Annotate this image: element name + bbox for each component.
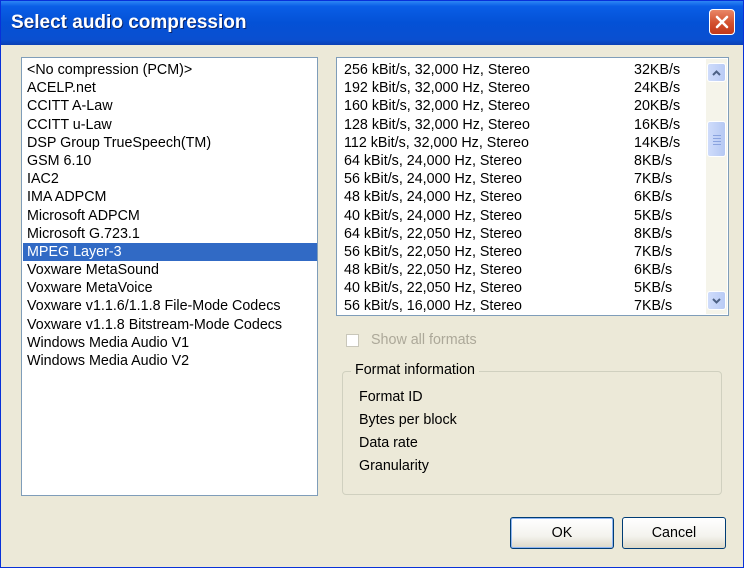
format-id-label: Format ID [359,389,423,405]
format-listbox[interactable]: 256 kBit/s, 32,000 Hz, Stereo 32KB/s 192 k… [336,57,729,316]
format-data-rate: 32KB/s [634,62,681,78]
format-description: 192 kBit/s, 32,000 Hz, Stereo [344,80,530,97]
format-list-item[interactable]: 48 kBit/s, 24,000 Hz, Stereo 6KB/s [338,188,703,206]
show-all-formats-box[interactable] [346,333,359,347]
close-icon [715,15,729,29]
chevron-up-icon [712,69,721,76]
codec-list-item[interactable]: CCITT u-Law [23,116,317,134]
codec-list-item[interactable]: MPEG Layer-3 [23,242,317,262]
codec-list-item[interactable]: IAC2 [23,170,317,188]
show-all-formats-label: Show all formats [371,332,477,348]
format-description: 48 kBit/s, 24,000 Hz, Stereo [344,189,523,206]
format-data-rate: 8KB/s [634,152,673,169]
codec-list-item[interactable]: Windows Media Audio V1 [23,334,317,352]
chevron-down-icon [712,297,721,304]
codec-list-item[interactable]: GSM 6.10 [23,152,317,170]
format-description: 256 kBit/s, 32,000 Hz, Stereo [344,62,530,78]
format-description: 160 kBit/s, 32,000 Hz, Stereo [344,98,530,115]
format-list-item[interactable]: 40 kBit/s, 24,000 Hz, Stereo 5KB/s [338,207,703,225]
format-list-item[interactable]: 56 kBit/s, 24,000 Hz, Stereo 7KB/s [338,170,703,188]
format-list-item[interactable]: 56 kBit/s, 16,000 Hz, Stereo 7KB/s [338,297,703,315]
format-description: 64 kBit/s, 22,050 Hz, Stereo [344,225,523,242]
format-data-rate: 8KB/s [634,225,673,242]
codec-list-item[interactable]: Voxware v1.1.6/1.1.8 File-Mode Codecs [23,297,317,315]
ok-button[interactable]: OK [510,517,614,549]
format-description: 56 kBit/s, 22,050 Hz, Stereo [344,243,523,260]
codec-list-item[interactable]: Windows Media Audio V2 [23,352,317,370]
codec-list-item[interactable]: ACELP.net [23,79,317,97]
codec-listbox[interactable]: <No compression (PCM)> ACELP.net CCITT A-L… [21,57,318,496]
format-data-rate: 16KB/s [634,116,681,133]
format-list-item[interactable]: 128 kBit/s, 32,000 Hz, Stereo 16KB/s [338,116,703,134]
format-data-rate: 20KB/s [634,98,681,115]
format-information-title: Format information [351,362,479,378]
format-data-rate: 7KB/s [634,171,673,188]
format-description: 56 kBit/s, 24,000 Hz, Stereo [344,171,523,188]
codec-list-item[interactable]: CCITT A-Law [23,97,317,115]
codec-list-item[interactable]: Microsoft ADPCM [23,207,317,225]
data-rate-label: Data rate [359,435,418,451]
format-information-group: Format information Format ID Bytes per b… [342,362,722,495]
codec-list-item[interactable]: IMA ADPCM [23,188,317,206]
codec-list-item[interactable]: Voxware MetaVoice [23,279,317,297]
audio-compression-dialog: Select audio compression <No compression… [0,0,744,568]
title-bar[interactable]: Select audio compression [1,1,743,45]
format-list-item[interactable]: 64 kBit/s, 24,000 Hz, Stereo 8KB/s [338,152,703,170]
format-description: 112 kBit/s, 32,000 Hz, Stereo [344,134,529,151]
codec-list-item[interactable]: <No compression (PCM)> [23,61,317,79]
format-list-item[interactable]: 56 kBit/s, 22,050 Hz, Stereo 7KB/s [338,243,703,261]
format-data-rate: 24KB/s [634,80,681,97]
scroll-up-button[interactable] [707,63,726,82]
format-data-rate: 14KB/s [634,134,681,151]
format-description: 48 kBit/s, 22,050 Hz, Stereo [344,262,523,279]
format-data-rate: 6KB/s [634,262,673,279]
codec-list-item[interactable]: Voxware v1.1.8 Bitstream-Mode Codecs [23,316,317,334]
codec-list-item[interactable]: Microsoft G.723.1 [23,225,317,243]
format-list-item[interactable]: 112 kBit/s, 32,000 Hz, Stereo 14KB/s [338,134,703,152]
granularity-label: Granularity [359,458,429,474]
format-description: 128 kBit/s, 32,000 Hz, Stereo [344,116,530,133]
format-list-item[interactable]: 40 kBit/s, 22,050 Hz, Stereo 5KB/s [338,279,703,297]
window-title: Select audio compression [11,12,247,33]
scroll-thumb[interactable] [707,121,726,157]
format-data-rate: 6KB/s [634,189,673,206]
format-list-scrollbar[interactable] [706,59,727,314]
format-data-rate: 5KB/s [634,207,673,224]
bytes-per-block-label: Bytes per block [359,412,457,428]
format-list-item[interactable]: 160 kBit/s, 32,000 Hz, Stereo 20KB/s [338,97,703,115]
cancel-button[interactable]: Cancel [622,517,726,549]
format-list-item[interactable]: 64 kBit/s, 22,050 Hz, Stereo 8KB/s [338,225,703,243]
codec-list-item[interactable]: DSP Group TrueSpeech(TM) [23,134,317,152]
show-all-formats-checkbox[interactable]: Show all formats [346,330,477,350]
format-description: 40 kBit/s, 22,050 Hz, Stereo [344,280,523,297]
format-description: 40 kBit/s, 24,000 Hz, Stereo [344,207,523,224]
format-data-rate: 5KB/s [634,280,673,297]
format-list-item[interactable]: 256 kBit/s, 32,000 Hz, Stereo 32KB/s [338,61,703,79]
format-list-item[interactable]: 192 kBit/s, 32,000 Hz, Stereo 24KB/s [338,79,703,97]
format-data-rate: 7KB/s [634,298,673,315]
format-list-item[interactable]: 48 kBit/s, 22,050 Hz, Stereo 6KB/s [338,261,703,279]
codec-list-item[interactable]: Voxware MetaSound [23,261,317,279]
format-description: 56 kBit/s, 16,000 Hz, Stereo [344,298,523,315]
scroll-down-button[interactable] [707,291,726,310]
close-button[interactable] [709,9,735,35]
format-data-rate: 7KB/s [634,243,673,260]
format-description: 64 kBit/s, 24,000 Hz, Stereo [344,152,523,169]
